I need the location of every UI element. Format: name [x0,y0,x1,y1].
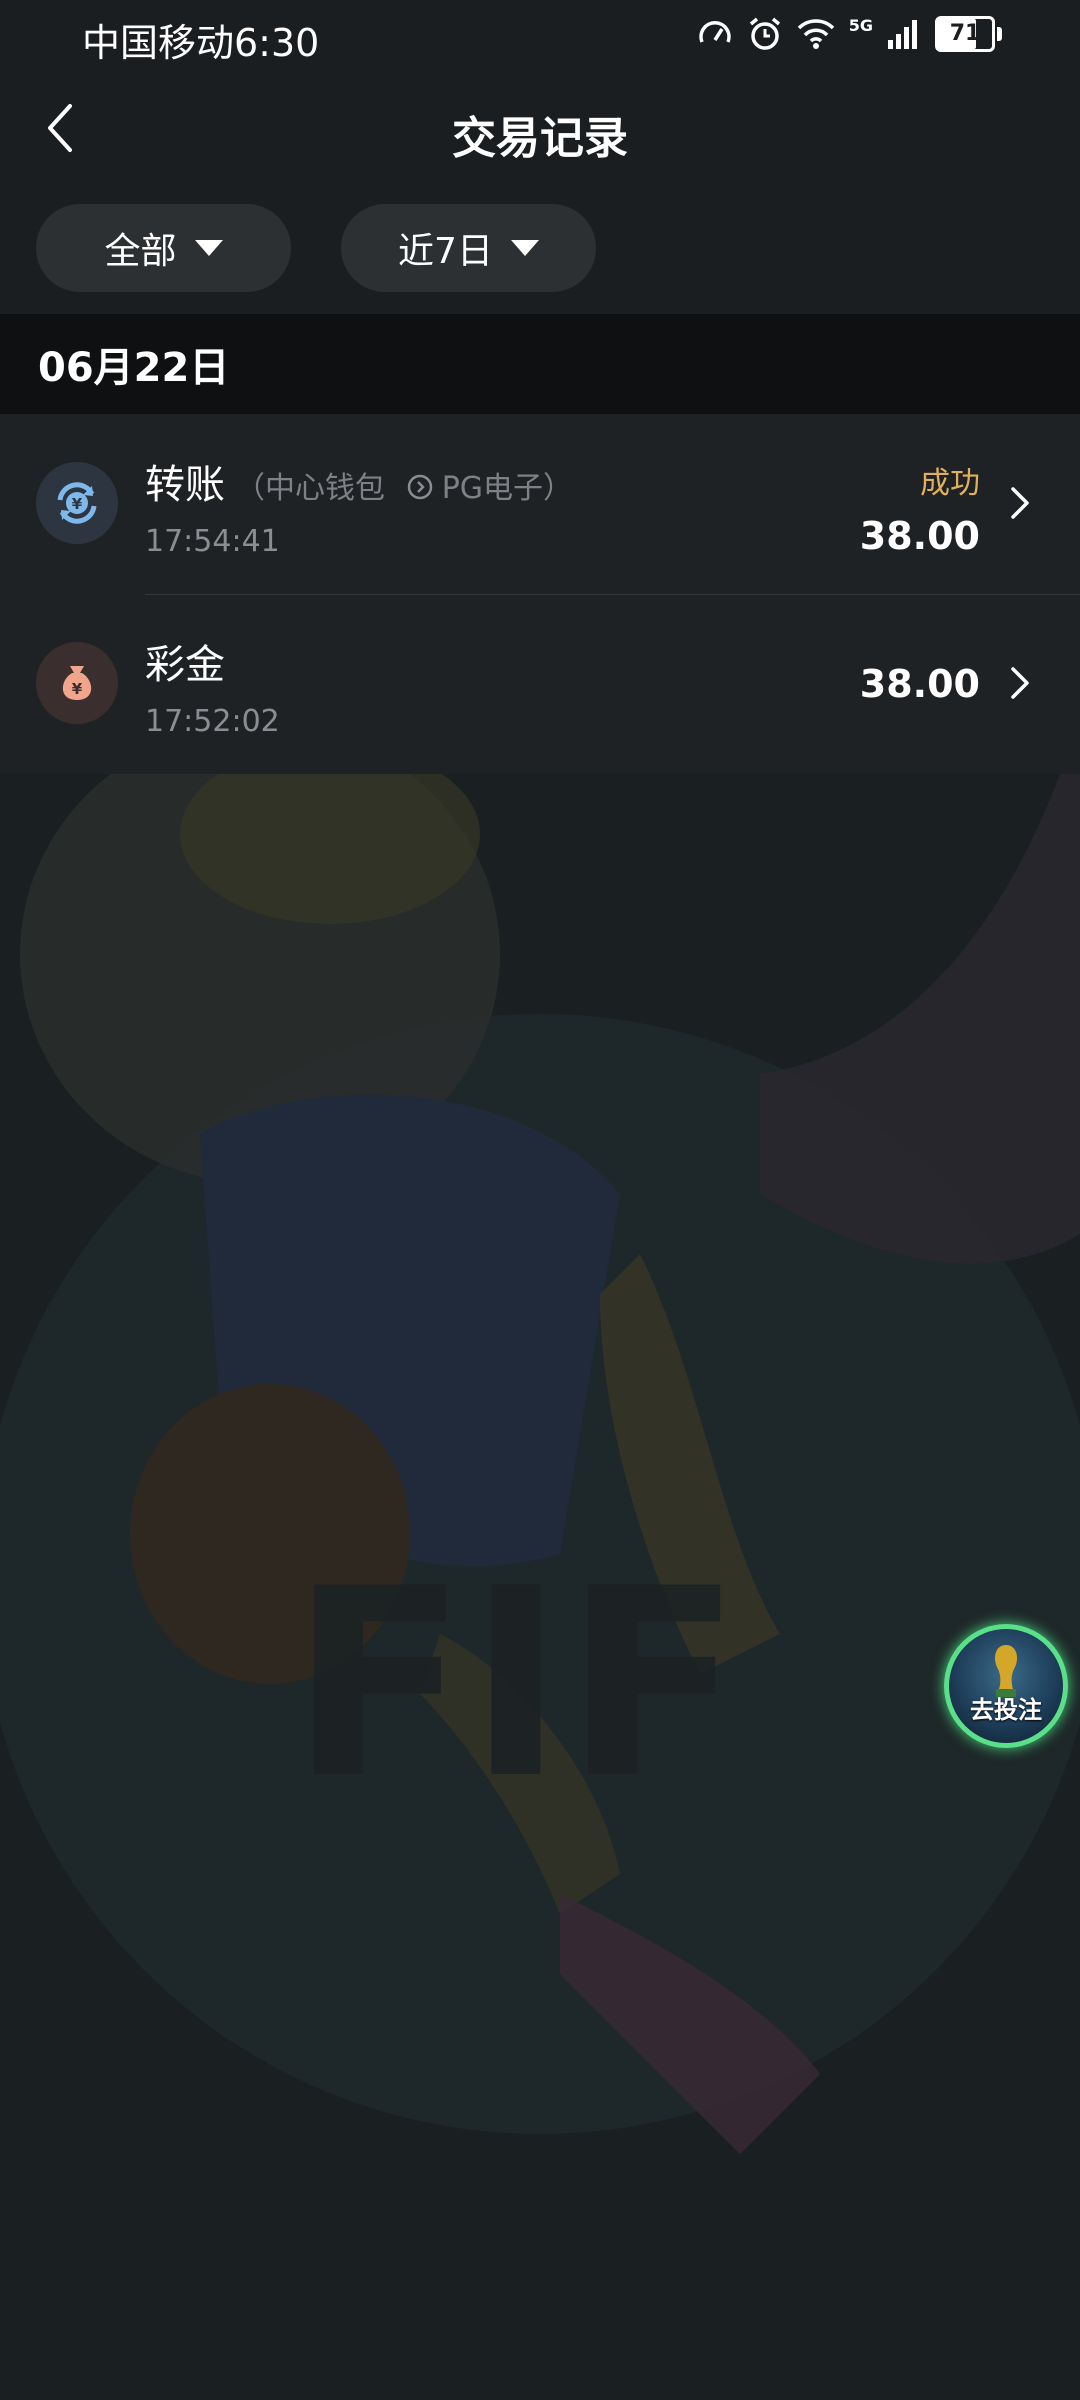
transaction-title: 彩金 [145,642,225,688]
alarm-icon [749,17,780,50]
transfer-source: （中心钱包 [235,471,385,506]
network-5g-label: 5G [848,16,873,35]
svg-text:FIF: FIF [290,1534,742,1836]
transfer-destination: PG电子） [441,471,574,506]
mascot-illustration: FIF [0,774,1080,2154]
transaction-list: ¥ 转账 （中心钱包 PG电子） 17:54:41 成功 38.00 ¥ 彩金 1… [0,414,1080,774]
date-group-label: 06月22日 [38,345,230,391]
svg-text:¥: ¥ [72,680,83,698]
transaction-time: 17:52:02 [145,704,280,739]
transaction-row-transfer[interactable]: ¥ 转账 （中心钱包 PG电子） 17:54:41 成功 38.00 [0,414,1080,594]
filter-bar: 全部 近7日 [36,204,596,292]
carrier-time: 中国移动6:30 [82,21,320,65]
background-artwork: FIF [0,774,1080,2400]
wifi-icon [797,19,834,49]
date-range-dropdown[interactable]: 近7日 [341,204,596,292]
chevron-right-icon [1011,667,1029,699]
status-icons: 5G 71 [697,16,1002,52]
type-filter-label: 全部 [104,231,177,272]
battery-level-text: 71 [949,21,981,46]
title-bar: 交易记录 [0,74,1080,184]
page-title: 交易记录 [452,113,628,164]
status-badge: 成功 [920,466,980,501]
transaction-title: 转账 （中心钱包 PG电子） [145,452,573,510]
date-range-label: 近7日 [398,231,493,272]
go-bet-floating-button[interactable]: 去投注 [944,1624,1068,1748]
transaction-amount: 38.00 [859,662,980,706]
date-group-header: 06月22日 [0,314,1080,414]
caret-down-icon [510,240,539,256]
go-bet-label: 去投注 [970,1696,1042,1724]
signal-icon [888,20,917,49]
transaction-time: 17:54:41 [145,524,280,559]
speed-icon [699,21,731,43]
caret-down-icon [194,240,223,256]
status-bar: 中国移动6:30 5G 71 [0,0,1080,74]
svg-text:¥: ¥ [72,495,83,513]
transaction-row-bonus[interactable]: ¥ 彩金 17:52:02 38.00 [0,594,1080,774]
battery-indicator: 71 [935,16,1002,52]
type-filter-dropdown[interactable]: 全部 [36,204,291,292]
chevron-right-icon [1011,487,1029,519]
transaction-amount: 38.00 [859,514,980,558]
money-bag-icon: ¥ [36,642,118,724]
transfer-icon: ¥ [36,462,118,544]
arrow-right-circle-icon [407,474,432,500]
transaction-type: 转账 [145,462,225,508]
